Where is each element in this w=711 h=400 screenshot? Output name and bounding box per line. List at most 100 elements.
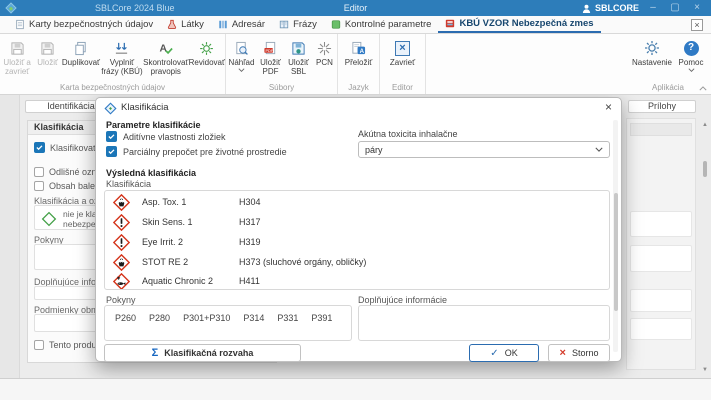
dialog-scrollbar[interactable] [613, 120, 618, 352]
result-heading: Výsledná klasifikácia [106, 168, 197, 178]
unchecked-checkbox-icon [34, 340, 44, 350]
checked-checkbox-icon [106, 131, 117, 142]
minimize-button[interactable]: – [645, 1, 661, 15]
ribbon-collapse-icon[interactable] [699, 86, 707, 91]
green-diamond-icon [41, 211, 57, 227]
ribbon-group-language: A Přeložiť Jazyk [338, 34, 380, 94]
p-code-item[interactable]: P260 [115, 313, 136, 340]
ok-button[interactable]: ✓ OK [469, 344, 539, 362]
svg-text:A: A [159, 43, 167, 54]
classification-row[interactable]: STOT RE 2 H373 (sluchové orgány, obličky… [105, 252, 609, 272]
app-window: SBLCore 2024 Blue Editor SBLCORE – ▢ × K… [0, 0, 711, 400]
gear-icon [644, 39, 660, 57]
scroll-up-icon[interactable]: ▲ [702, 122, 708, 128]
preview-button[interactable]: Náhľad [227, 37, 257, 73]
attachment-field[interactable] [630, 245, 692, 272]
maximize-button[interactable]: ▢ [667, 1, 683, 15]
p-code-item[interactable]: P280 [149, 313, 170, 340]
ribbon-group-files: Náhľad PDF Uložiť PDF Uložiť SBL PCN Súb… [226, 34, 338, 94]
tab-phrases[interactable]: Frázy [272, 16, 324, 33]
cancel-button[interactable]: × Storno [548, 344, 610, 362]
tab-address-book[interactable]: Adresár [211, 16, 272, 33]
save-pdf-button[interactable]: PDF Uložiť PDF [257, 37, 285, 76]
help-icon: ? [683, 39, 699, 57]
translate-icon: A [351, 39, 366, 57]
classification-row[interactable]: Skin Sens. 1 H317 [105, 212, 609, 232]
chevron-down-icon [238, 68, 245, 73]
duplicate-icon [73, 39, 88, 57]
acute-toxicity-label: Akútna toxicita inhalačne [358, 129, 458, 139]
tab-safety-data-sheets[interactable]: Karty bezpečnostných údajov [8, 16, 160, 33]
classification-row[interactable]: Eye Irrit. 2 H319 [105, 232, 609, 252]
account-button[interactable]: SBLCORE [582, 3, 639, 13]
check-icon: ✓ [490, 347, 499, 359]
scrollbar-thumb[interactable] [703, 161, 707, 177]
partial-recalc-checkbox[interactable]: Parciálny prepočet pre životné prostredi… [106, 146, 287, 157]
duplicate-button[interactable]: Duplikovať [61, 37, 101, 67]
ribbon: Uložiť a zavrieť Uložiť Duplikovať Vypln… [0, 34, 711, 95]
pcn-button[interactable]: PCN [313, 37, 337, 67]
scroll-down-icon[interactable]: ▼ [702, 367, 708, 373]
settings-button[interactable]: Nastavenie [629, 37, 675, 67]
additional-info-textarea[interactable] [358, 305, 610, 341]
parameters-heading: Parametre klasifikácie [106, 120, 201, 130]
cross-icon: × [559, 347, 566, 359]
close-editor-button[interactable]: × Zavrieť [383, 37, 423, 67]
attachments-panel-header [630, 123, 692, 136]
save-sbl-button[interactable]: Uložiť SBL [285, 37, 313, 76]
attachment-field[interactable] [630, 211, 692, 237]
ghs07-exclamation-pictogram [113, 233, 130, 251]
classification-row[interactable]: Asp. Tox. 1 H304 [105, 192, 609, 212]
user-icon [582, 4, 591, 13]
fill-phrases-icon [114, 39, 129, 57]
ribbon-group-label: Karta bezpečnostných údajov [60, 83, 165, 92]
ribbon-group-label: Editor [392, 83, 413, 92]
p-code-item[interactable]: P391 [311, 313, 332, 340]
revise-gear-icon [199, 39, 214, 57]
p-code-item[interactable]: P331 [277, 313, 298, 340]
starburst-icon [317, 39, 332, 57]
p-code-item[interactable]: P314 [243, 313, 264, 340]
save-and-close-button[interactable]: Uložiť a zavrieť [0, 37, 34, 76]
p-code-item[interactable]: P301+P310 [183, 313, 230, 340]
dialog-logo-icon [104, 102, 117, 115]
close-button[interactable]: × [689, 1, 705, 15]
classification-balance-button[interactable]: Σ Klasifikačná rozvaha [104, 344, 301, 362]
additive-properties-checkbox[interactable]: Aditívne vlastnosti zložiek [106, 131, 226, 142]
ghs07-exclamation-pictogram [113, 213, 130, 231]
translate-button[interactable]: A Přeložiť [340, 37, 378, 67]
fill-phrases-button[interactable]: Vyplniť frázy (KBÚ) [101, 37, 143, 76]
checked-checkbox-icon [34, 142, 45, 153]
tab-document-kbu-vzor[interactable]: KBÚ VZOR Nebezpečná zmes [438, 16, 601, 33]
help-button[interactable]: ? Pomoc [675, 37, 707, 73]
module-tab-bar: Karty bezpečnostných údajov Látky Adresá… [0, 16, 711, 34]
dialog-close-button[interactable]: × [605, 100, 612, 114]
spellcheck-icon: A [158, 39, 174, 57]
ribbon-group-label: Jazyk [348, 83, 369, 92]
editor-content: Identifikácia Prílohy Klasifikácia Klasi… [0, 95, 711, 378]
window-scrollbar[interactable]: ▲ ▼ [700, 95, 711, 378]
left-sidebar-strip [0, 95, 20, 378]
save-button[interactable]: Uložiť [34, 37, 61, 67]
spellcheck-button[interactable]: A Skontrolovať pravopis [143, 37, 189, 76]
revise-button[interactable]: Revidovať [189, 37, 225, 67]
attachment-field[interactable] [630, 289, 692, 312]
dialog-scrollbar-thumb[interactable] [613, 193, 618, 311]
svg-text:PDF: PDF [265, 47, 273, 52]
tab-substances[interactable]: Látky [160, 16, 211, 33]
sbl-disk-icon [291, 39, 306, 57]
columns-icon [219, 20, 227, 29]
ribbon-group-application: Nastavenie ? Pomoc Aplikácia [625, 34, 711, 94]
close-editor-icon: × [395, 39, 410, 57]
tab-control-parameters[interactable]: Kontrolné parametre [324, 16, 439, 33]
tab-close-button[interactable]: × [691, 19, 703, 31]
flask-icon [168, 19, 177, 29]
sigma-icon: Σ [151, 347, 159, 359]
classification-row[interactable]: Aquatic Chronic 2 H411 [105, 271, 609, 289]
acute-toxicity-select[interactable]: páry [358, 141, 610, 158]
ribbon-group-editor: × Zavrieť Editor [380, 34, 426, 94]
classification-dialog: Klasifikácia × Parametre klasifikácie Ad… [95, 97, 622, 362]
attachments-section-button[interactable]: Prílohy [628, 100, 696, 113]
classification-list: Asp. Tox. 1 H304 Skin Sens. 1 H317 Eye I… [104, 190, 610, 290]
attachment-field[interactable] [630, 318, 692, 340]
